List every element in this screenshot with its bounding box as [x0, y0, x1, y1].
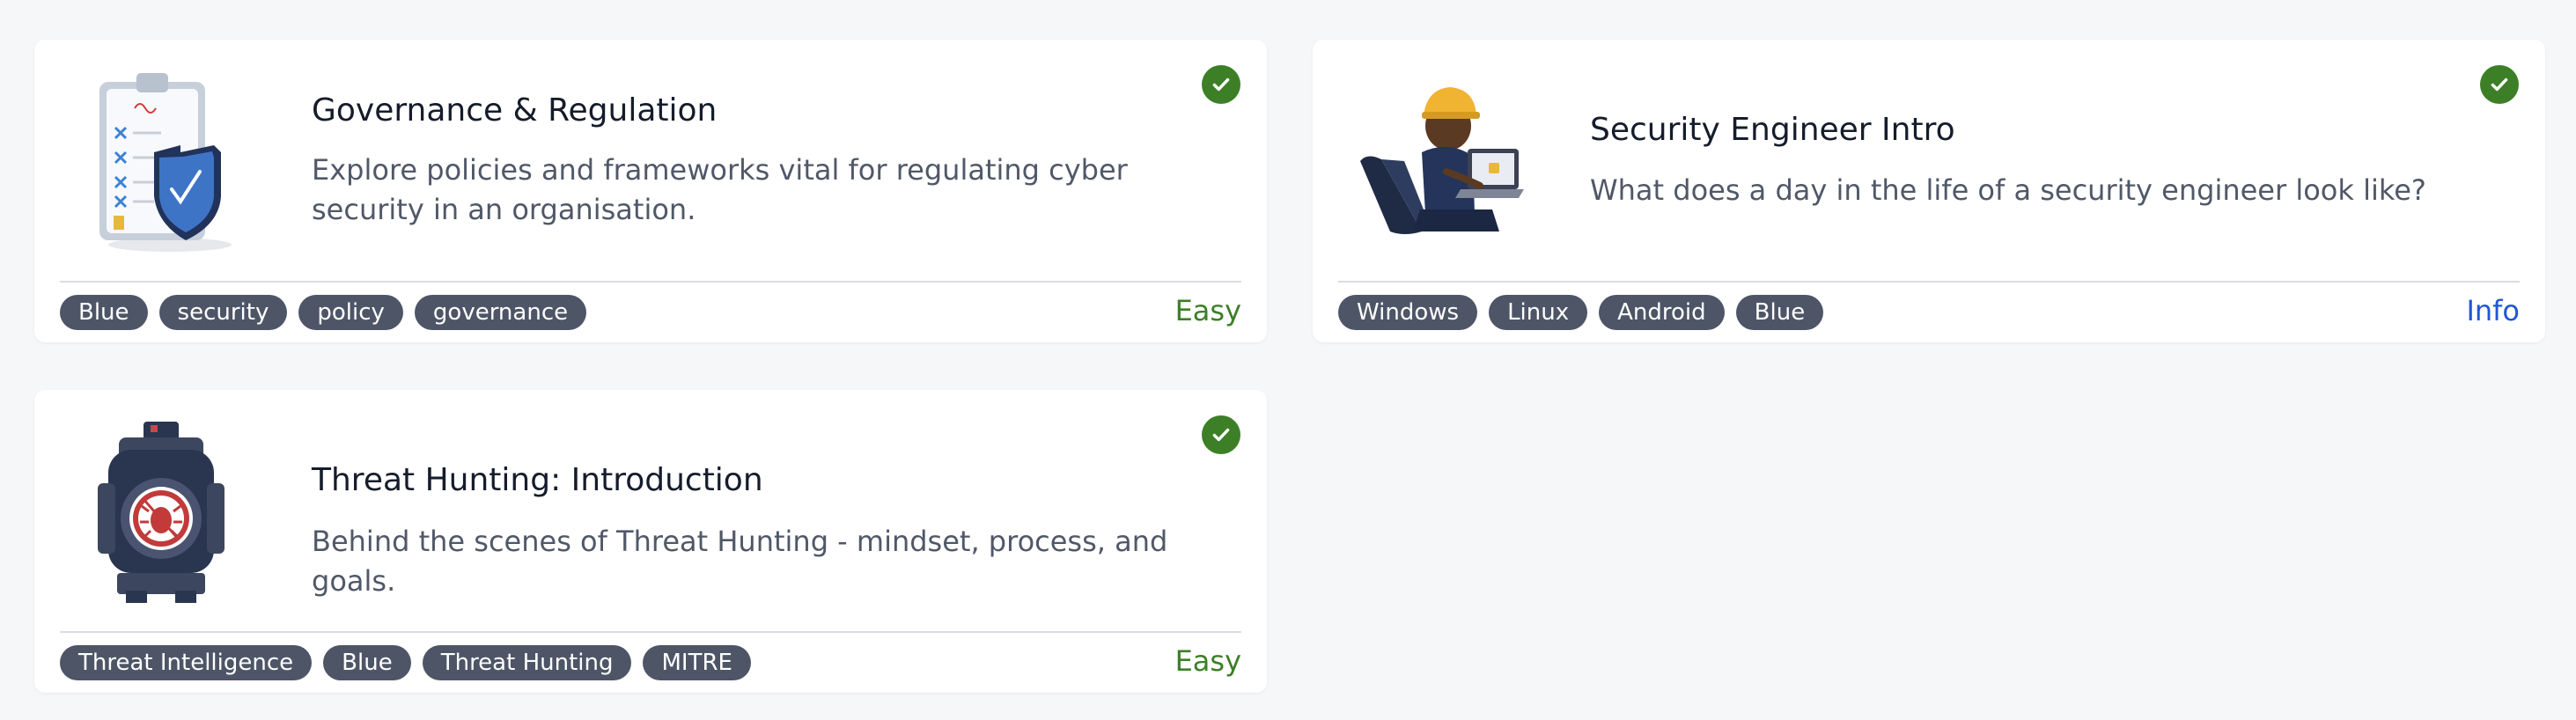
tag[interactable]: MITRE [643, 645, 751, 680]
room-card-governance[interactable]: Governance & Regulation Explore policies… [34, 40, 1267, 342]
tag[interactable]: Blue [323, 645, 411, 680]
room-title[interactable]: Threat Hunting: Introduction [312, 462, 763, 498]
clipboard-shield-icon [73, 64, 249, 258]
card-divider [1338, 281, 2520, 283]
scope-bug-icon [73, 415, 249, 608]
card-divider [60, 631, 1241, 633]
room-description: What does a day in the life of a securit… [1590, 173, 2426, 207]
room-description: Behind the scenes of Threat Hunting - mi… [312, 525, 1168, 598]
difficulty-label: Easy [1174, 294, 1241, 327]
room-title[interactable]: Security Engineer Intro [1590, 112, 1955, 148]
check-circle-icon [2480, 65, 2519, 104]
tag[interactable]: Threat Intelligence [60, 645, 313, 680]
engineer-laptop-icon [1351, 64, 1527, 258]
tag[interactable]: Linux [1489, 295, 1588, 330]
tag[interactable]: Windows [1338, 295, 1478, 330]
difficulty-label: Info [2466, 294, 2520, 327]
tag[interactable]: Blue [1735, 295, 1824, 330]
tag[interactable]: Android [1599, 295, 1725, 330]
tag-list: Threat Intelligence Blue Threat Hunting … [60, 645, 751, 680]
tag-list: Blue security policy governance [60, 295, 587, 330]
card-divider [60, 281, 1241, 283]
room-title[interactable]: Governance & Regulation [312, 92, 717, 129]
tag[interactable]: Threat Hunting [422, 645, 632, 680]
check-circle-icon [1202, 415, 1240, 454]
difficulty-label: Easy [1174, 644, 1241, 678]
tag[interactable]: governance [414, 295, 587, 330]
room-card-threat-hunting[interactable]: Threat Hunting: Introduction Behind the … [34, 390, 1267, 693]
check-circle-icon [1202, 65, 1240, 104]
room-description: Explore policies and frameworks vital fo… [312, 153, 1128, 226]
tag[interactable]: Blue [60, 295, 148, 330]
room-card-security-engineer[interactable]: Security Engineer Intro What does a day … [1313, 40, 2545, 342]
tag[interactable]: security [158, 295, 288, 330]
tag-list: Windows Linux Android Blue [1338, 295, 1824, 330]
tag[interactable]: policy [298, 295, 403, 330]
